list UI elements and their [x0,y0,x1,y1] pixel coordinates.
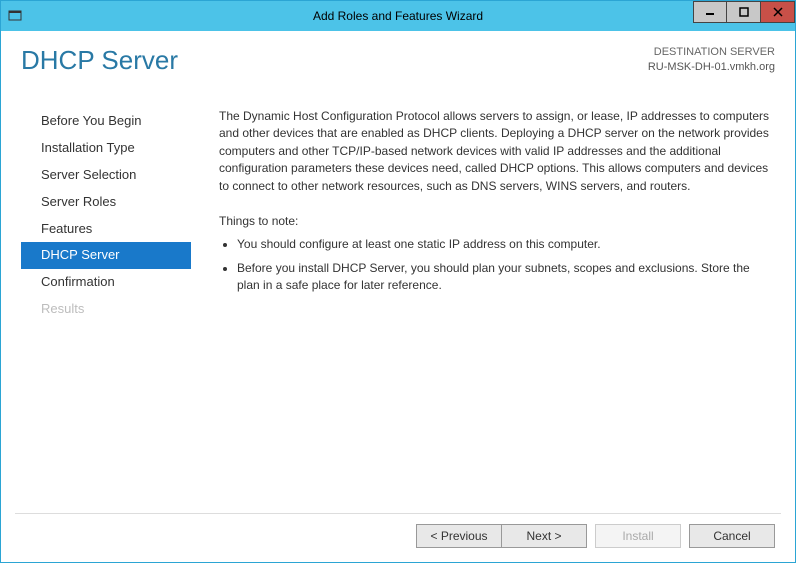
sidebar-item-dhcp-server[interactable]: DHCP Server [21,242,191,269]
previous-button[interactable]: < Previous [416,524,502,548]
close-button[interactable] [761,1,795,23]
sidebar-item-server-roles[interactable]: Server Roles [21,189,191,216]
button-row: < Previous Next > Install Cancel [15,513,781,548]
sidebar-item-installation-type[interactable]: Installation Type [21,135,191,162]
things-to-note-heading: Things to note: [219,213,775,230]
maximize-button[interactable] [727,1,761,23]
sidebar-item-features[interactable]: Features [21,216,191,243]
content-pane: The Dynamic Host Configuration Protocol … [191,106,781,513]
page-title: DHCP Server [21,45,178,76]
app-icon [7,8,23,24]
next-button[interactable]: Next > [501,524,587,548]
sidebar-item-before-you-begin[interactable]: Before You Begin [21,108,191,135]
sidebar-item-results: Results [21,296,191,323]
list-item: You should configure at least one static… [237,236,775,253]
titlebar: Add Roles and Features Wizard [1,1,795,31]
window-body: DHCP Server DESTINATION SERVER RU-MSK-DH… [1,31,795,562]
main-row: Before You Begin Installation Type Serve… [15,106,781,513]
header-row: DHCP Server DESTINATION SERVER RU-MSK-DH… [15,41,781,76]
window-title: Add Roles and Features Wizard [313,9,483,23]
sidebar: Before You Begin Installation Type Serve… [21,106,191,513]
window-controls [693,1,795,31]
list-item: Before you install DHCP Server, you shou… [237,260,775,295]
cancel-button[interactable]: Cancel [689,524,775,548]
destination-block: DESTINATION SERVER RU-MSK-DH-01.vmkh.org [648,45,775,76]
minimize-button[interactable] [693,1,727,23]
sidebar-item-server-selection[interactable]: Server Selection [21,162,191,189]
destination-name: RU-MSK-DH-01.vmkh.org [648,60,775,75]
intro-paragraph: The Dynamic Host Configuration Protocol … [219,108,775,195]
nav-button-group: < Previous Next > [416,524,587,548]
wizard-window: Add Roles and Features Wizard DHCP Serve… [0,0,796,563]
destination-label: DESTINATION SERVER [648,45,775,60]
notes-list: You should configure at least one static… [219,236,775,294]
install-button: Install [595,524,681,548]
sidebar-item-confirmation[interactable]: Confirmation [21,269,191,296]
